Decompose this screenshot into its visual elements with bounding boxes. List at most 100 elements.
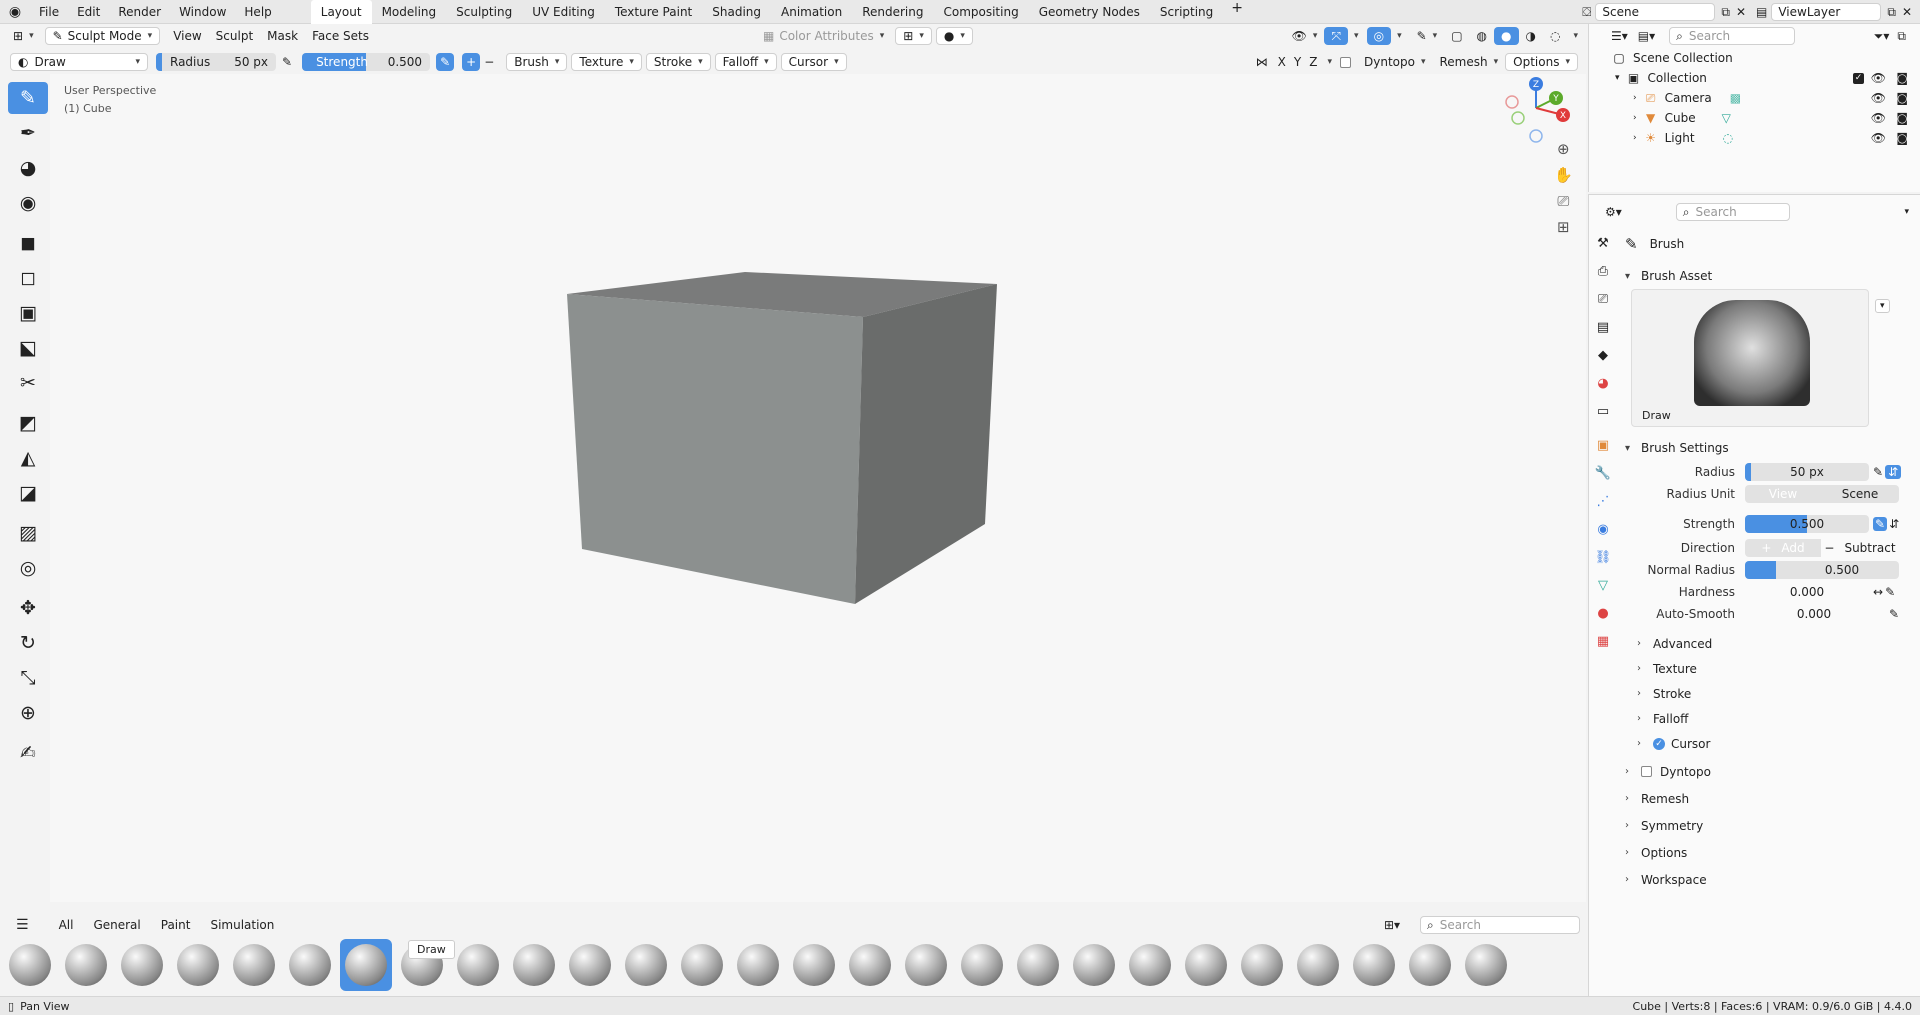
cube-mesh-icon[interactable]: ▽ [1722, 111, 1731, 125]
menu-edit[interactable]: Edit [68, 0, 109, 24]
blender-logo-icon[interactable]: ◉ [0, 0, 30, 24]
outliner-scene-collection[interactable]: ▢ Scene Collection [1589, 48, 1920, 68]
radius-pressure-toggle-icon[interactable]: ✎ [1873, 465, 1883, 479]
auto-smooth-field[interactable]: 0.000 [1745, 605, 1883, 623]
brush-thumbnail-icon[interactable] [1460, 939, 1512, 991]
delete-scene-icon[interactable]: ✕ [1736, 5, 1746, 19]
tab-uv-editing[interactable]: UV Editing [522, 0, 605, 24]
outliner-item-cube[interactable]: › ▼ Cube ▽ 👁 ◙ [1589, 108, 1920, 128]
brush-asset-panel-header[interactable]: ▾ Brush Asset [1625, 263, 1912, 289]
material-properties-tab-icon[interactable]: ● [1591, 601, 1615, 625]
brush-thumbnail-icon[interactable] [452, 939, 504, 991]
shelf-tab-all[interactable]: All [49, 918, 84, 932]
cube-expand-icon[interactable]: › [1633, 113, 1637, 123]
wireframe-shading-icon[interactable]: ◍ [1470, 27, 1494, 45]
mask-tool-icon[interactable]: ◼ [8, 227, 48, 259]
brush-thumbnail-icon[interactable] [1404, 939, 1456, 991]
collection-render-icon[interactable]: ◙ [1896, 71, 1908, 85]
sculpt-overlay-icon[interactable]: ✎ ▾ [1410, 27, 1445, 45]
direction-subtract-icon[interactable]: − [480, 53, 498, 71]
xray-toggle-icon[interactable]: ▢ [1444, 27, 1469, 45]
display-mode-button[interactable]: ● ▾ [935, 27, 973, 45]
strength-pressure-icon[interactable]: ✎ [436, 53, 455, 71]
cube-render-icon[interactable]: ◙ [1896, 111, 1908, 125]
mesh-filter-tool-icon[interactable]: ◭ [8, 442, 48, 474]
brush-asset-preview[interactable]: Draw [1631, 289, 1869, 427]
physics-tab-icon[interactable]: ◉ [1591, 517, 1615, 541]
rendered-shading-icon[interactable]: ◌ [1543, 27, 1567, 45]
texture-properties-tab-icon[interactable]: ▦ [1591, 629, 1615, 653]
hardness-invert-icon[interactable]: ↔ [1873, 585, 1883, 599]
color-attributes-dropdown[interactable]: ▦ Color Attributes ▾ [756, 27, 891, 45]
remesh-dropdown[interactable]: Remesh ▾ [1433, 53, 1506, 71]
brush-thumbnail-icon[interactable] [228, 939, 280, 991]
collection-checkbox[interactable]: ✓ [1853, 72, 1864, 84]
output-properties-tab-icon[interactable]: ⎚ [1591, 287, 1615, 311]
dyntopo-checkbox[interactable] [1340, 56, 1352, 68]
gizmo-neg-y-icon[interactable] [1511, 111, 1525, 125]
subpanel-falloff[interactable]: › Falloff [1625, 706, 1912, 731]
box-mask-tool-icon[interactable]: ◻ [8, 262, 48, 294]
brush-thumbnail-icon[interactable] [844, 939, 896, 991]
visibility-icon[interactable]: 👁 ▾ [1285, 27, 1325, 45]
auto-smooth-pressure-icon[interactable]: ✎ [1889, 607, 1899, 621]
tool-properties-tab-icon[interactable]: ⚒ [1591, 231, 1615, 255]
dyntopo-dropdown[interactable]: Dyntopo ▾ [1357, 53, 1432, 71]
edit-face-set-tool-icon[interactable]: ▨ [8, 517, 48, 549]
strength-unit-toggle-icon[interactable]: ⇵ [1889, 517, 1899, 531]
brush-thumbnail-icon[interactable] [788, 939, 840, 991]
brush-thumbnail-icon[interactable] [1068, 939, 1120, 991]
light-expand-icon[interactable]: › [1633, 133, 1637, 143]
gizmo-toggle-icon[interactable]: ⤧ [1324, 27, 1349, 45]
collection-properties-tab-icon[interactable]: ▭ [1591, 399, 1615, 423]
tab-sculpting[interactable]: Sculpting [446, 0, 522, 24]
brush-thumbnail-icon[interactable] [172, 939, 224, 991]
line-project-tool-icon[interactable]: ◩ [8, 407, 48, 439]
duplicate-scene-icon[interactable]: ⧉ [1721, 5, 1730, 20]
light-visibility-icon[interactable]: 👁 [1871, 131, 1886, 145]
brush-thumbnail-icon[interactable] [1124, 939, 1176, 991]
shelf-tab-general[interactable]: General [83, 918, 150, 932]
scene-properties-tab-icon[interactable]: ◆ [1591, 343, 1615, 367]
shelf-menu-icon[interactable]: ☰ [6, 917, 39, 933]
cube-visibility-icon[interactable]: 👁 [1871, 111, 1886, 125]
panel-remesh[interactable]: › Remesh [1625, 785, 1912, 812]
radius-unit-toggle-icon[interactable]: ⇵ [1885, 465, 1902, 479]
camera-view-icon[interactable]: ⎚ [1557, 192, 1569, 210]
data-properties-tab-icon[interactable]: ▽ [1591, 573, 1615, 597]
panel-workspace[interactable]: › Workspace [1625, 866, 1912, 893]
falloff-dropdown[interactable]: Falloff ▾ [714, 53, 777, 71]
outliner-filter-icon[interactable]: ⏷▾ [1874, 29, 1890, 44]
clay-tool-icon[interactable]: ◕ [8, 152, 48, 184]
move-tool-icon[interactable]: ✥ [8, 592, 48, 624]
object-properties-tab-icon[interactable]: ▣ [1591, 433, 1615, 457]
tab-layout[interactable]: Layout [310, 0, 372, 24]
options-dropdown[interactable]: Options ▾ [1505, 53, 1578, 71]
radius-unit-view-button[interactable]: View [1745, 485, 1821, 503]
scale-tool-icon[interactable]: ⤡ [8, 662, 48, 694]
outliner-display-icon[interactable]: ▤▾ [1638, 29, 1655, 43]
perspective-grid-icon[interactable]: ⊞ [1557, 218, 1570, 236]
brush-thumbnail-icon[interactable] [1236, 939, 1288, 991]
tab-geometry-nodes[interactable]: Geometry Nodes [1029, 0, 1150, 24]
brush-thumbnail-icon[interactable] [732, 939, 784, 991]
panel-dyntopo[interactable]: › Dyntopo [1625, 758, 1912, 785]
collection-visibility-icon[interactable]: 👁 [1871, 71, 1886, 85]
radius-field[interactable]: 50 px [1745, 463, 1869, 481]
world-properties-tab-icon[interactable]: ◕ [1591, 371, 1615, 395]
solid-shading-icon[interactable]: ● [1494, 27, 1519, 45]
texture-dropdown[interactable]: Texture ▾ [571, 53, 642, 71]
tab-compositing[interactable]: Compositing [933, 0, 1028, 24]
subpanel-cursor[interactable]: › ✓ Cursor [1625, 731, 1912, 756]
menu-window[interactable]: Window [170, 0, 235, 24]
box-trim-tool-icon[interactable]: ✂ [8, 367, 48, 399]
brush-thumbnail-icon[interactable] [956, 939, 1008, 991]
brush-thumbnail-icon[interactable] [900, 939, 952, 991]
tab-shading[interactable]: Shading [702, 0, 771, 24]
draw-tool-icon[interactable]: ✎ [8, 82, 48, 114]
brush-thumbnail-icon[interactable] [508, 939, 560, 991]
menu-face-sets[interactable]: Face Sets [305, 27, 376, 45]
dyntopo-panel-checkbox[interactable] [1641, 766, 1652, 777]
brush-thumbnail-icon[interactable] [284, 939, 336, 991]
rotate-tool-icon[interactable]: ↻ [8, 627, 48, 659]
